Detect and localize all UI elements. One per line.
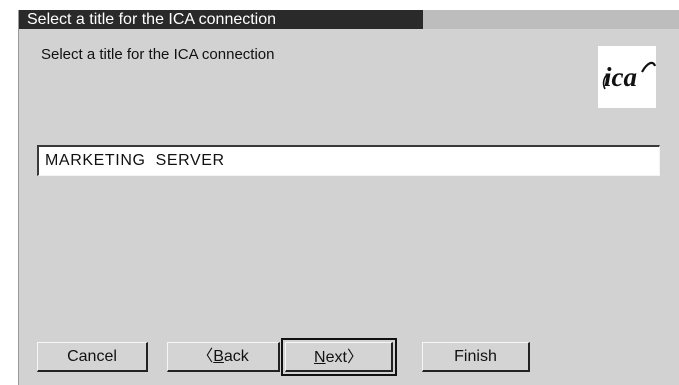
title-bar: Select a title for the ICA connection <box>19 10 679 29</box>
back-mnemonic: B <box>213 348 224 365</box>
next-mnemonic: N <box>314 349 326 366</box>
next-arrow-icon: 〉 <box>346 349 363 366</box>
back-arrow-icon: 〈 <box>197 348 214 365</box>
svg-text:ica: ica <box>604 62 637 92</box>
next-button-default-frame: Next〉 <box>281 338 397 376</box>
title-bar-active: Select a title for the ICA connection <box>19 10 423 29</box>
next-button-label: ext <box>325 349 347 366</box>
cancel-button[interactable]: Cancel <box>37 342 148 372</box>
ica-connection-wizard-window: Select a title for the ICA connection Se… <box>18 10 679 385</box>
finish-button-label: Finish <box>454 348 497 365</box>
window-title: Select a title for the ICA connection <box>27 11 277 28</box>
connection-title-input[interactable] <box>37 145 660 176</box>
next-button[interactable]: Next〉 <box>285 342 393 372</box>
back-button[interactable]: 〈Back <box>167 342 280 372</box>
finish-button[interactable]: Finish <box>422 342 530 372</box>
ica-logo-icon: ica <box>598 46 656 108</box>
back-button-label: ack <box>223 348 249 365</box>
instruction-text: Select a title for the ICA connection <box>41 46 275 63</box>
cancel-button-label: Cancel <box>67 348 117 365</box>
